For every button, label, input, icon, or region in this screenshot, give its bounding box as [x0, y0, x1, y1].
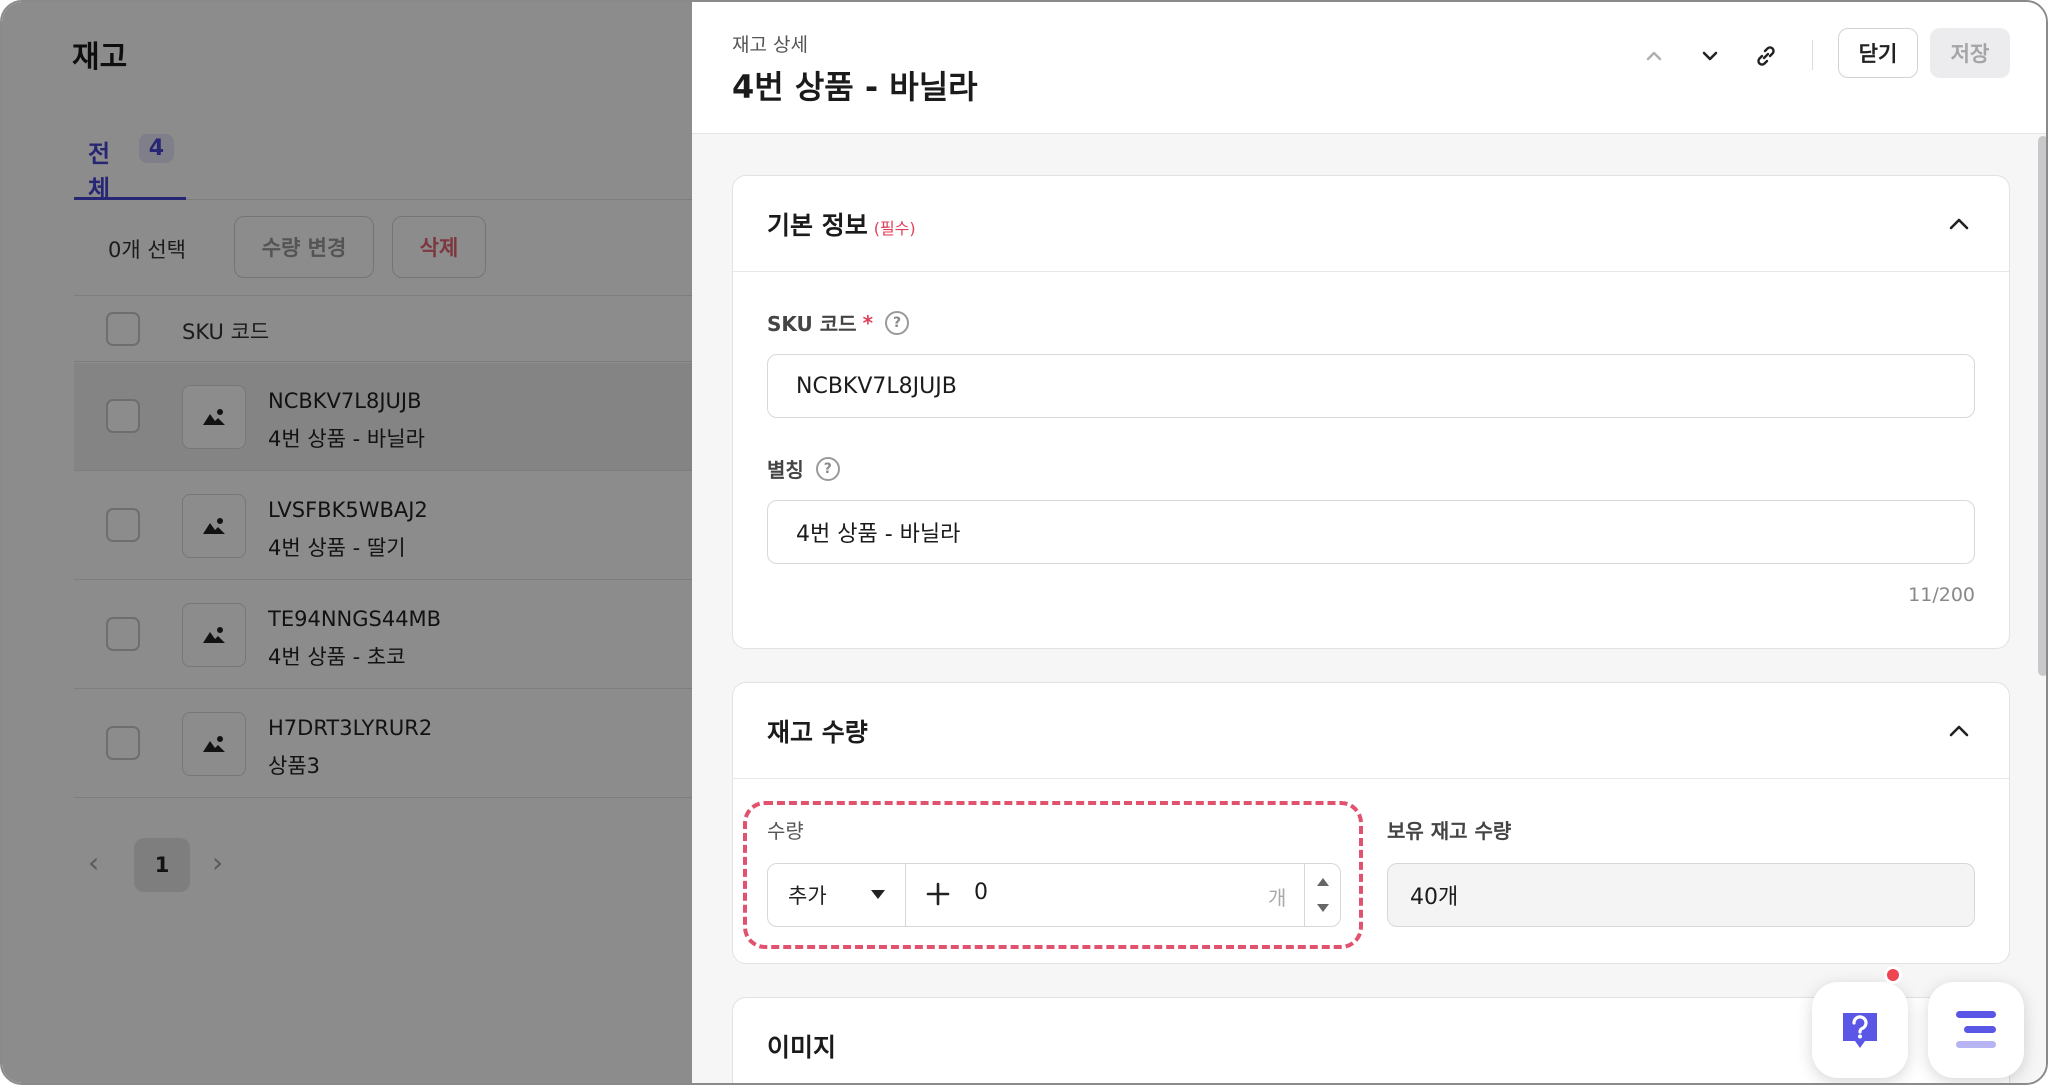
- chevron-down-icon[interactable]: [1692, 38, 1728, 74]
- caret-down-icon: [871, 890, 885, 899]
- chevron-up-icon[interactable]: [1943, 208, 1975, 240]
- stock-quantity-header[interactable]: 재고 수량: [733, 683, 2009, 779]
- app-window: 재고 전체 4 0개 선택 수량 변경 삭제 SKU 코드 NCBKV7L8JU…: [0, 0, 2048, 1085]
- stock-quantity-title: 재고 수량: [767, 718, 868, 747]
- alias-label-text: 별칭: [767, 458, 804, 482]
- close-button[interactable]: 닫기: [1838, 28, 1918, 78]
- inventory-list-panel: 재고 전체 4 0개 선택 수량 변경 삭제 SKU 코드 NCBKV7L8JU…: [2, 2, 692, 1083]
- notification-dot: [1884, 966, 1902, 984]
- image-section-title: 이미지: [767, 1033, 837, 1062]
- sku-label-text: SKU 코드: [767, 312, 857, 336]
- adjust-mode-value: 추가: [788, 884, 827, 908]
- owned-stock-value: 40개: [1387, 863, 1975, 927]
- stock-quantity-card: 재고 수량 수량 추가 0 개 보유 재고 수량 40개: [732, 682, 2010, 964]
- alias-input[interactable]: 4번 상품 - 바닐라: [767, 500, 1975, 564]
- quantity-unit: 개: [1268, 886, 1287, 910]
- required-tag: (필수): [873, 219, 916, 238]
- drawer-header: 재고 상세 4번 상품 - 바닐라 닫기 저장: [692, 2, 2046, 134]
- sku-input[interactable]: NCBKV7L8JUJB: [767, 354, 1975, 418]
- basic-info-card: 기본 정보 (필수) SKU 코드 *? NCBKV7L8JUJB 별칭? 4번 상…: [732, 175, 2010, 649]
- alias-char-counter: 11/200: [1908, 584, 1975, 606]
- stepper-down-icon[interactable]: [1317, 904, 1329, 912]
- help-icon[interactable]: ?: [885, 310, 910, 335]
- required-asterisk: *: [862, 310, 874, 335]
- help-fab-button[interactable]: [1812, 982, 1908, 1078]
- sku-field-label: SKU 코드 *?: [767, 308, 910, 337]
- help-icon[interactable]: ?: [815, 456, 840, 481]
- modal-backdrop[interactable]: [2, 2, 692, 1083]
- basic-info-title-text: 기본 정보: [767, 211, 868, 240]
- quantity-field-label: 수량: [767, 819, 804, 843]
- drawer-scrollbar[interactable]: [2038, 136, 2046, 676]
- menu-fab-button[interactable]: [1928, 982, 2024, 1078]
- plus-icon: [926, 882, 950, 906]
- link-icon[interactable]: [1748, 38, 1784, 74]
- chevron-up-icon[interactable]: [1636, 38, 1672, 74]
- chevron-up-icon[interactable]: [1943, 715, 1975, 747]
- adjust-mode-select[interactable]: 추가: [768, 864, 906, 926]
- inventory-detail-drawer: 재고 상세 4번 상품 - 바닐라 닫기 저장 기본 정보 (필수) SKU 코…: [692, 2, 2046, 1083]
- basic-info-title: 기본 정보 (필수): [767, 206, 916, 242]
- quantity-input-group: 추가 0 개: [767, 863, 1341, 927]
- basic-info-header[interactable]: 기본 정보 (필수): [733, 176, 2009, 272]
- menu-lines-icon: [1956, 1011, 1996, 1048]
- owned-stock-label: 보유 재고 수량: [1387, 819, 1512, 843]
- stepper-up-icon[interactable]: [1317, 878, 1329, 886]
- drawer-subtitle: 재고 상세: [732, 34, 808, 56]
- drawer-title: 4번 상품 - 바닐라: [732, 68, 978, 106]
- question-chat-icon: [1843, 1013, 1877, 1048]
- header-divider: [1812, 40, 1813, 70]
- quantity-stepper[interactable]: [1304, 864, 1340, 926]
- alias-field-label: 별칭?: [767, 454, 840, 483]
- quantity-input[interactable]: 0: [974, 880, 988, 905]
- save-button[interactable]: 저장: [1930, 28, 2010, 78]
